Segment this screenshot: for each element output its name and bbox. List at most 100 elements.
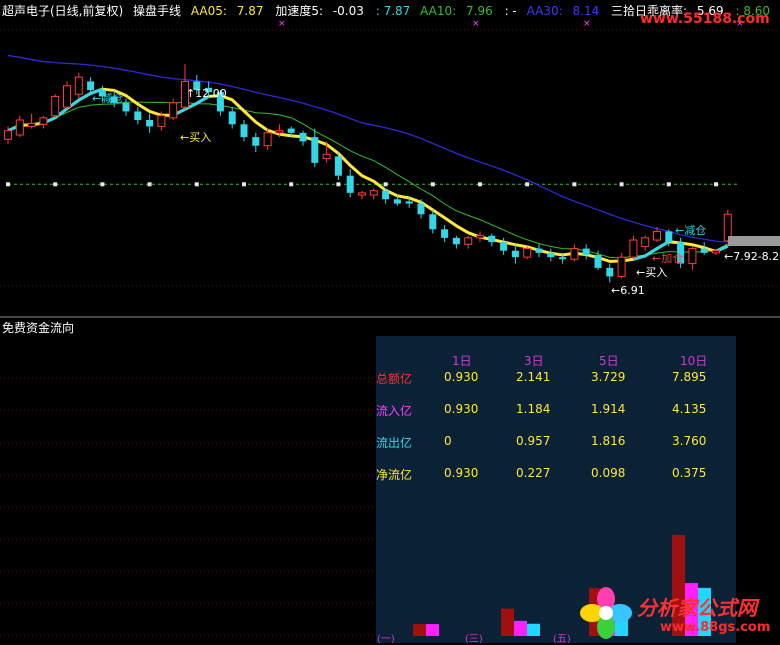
table-cell: 3.729 [591,370,626,384]
candle-body [582,248,590,255]
candle-body [511,250,519,258]
candle-body [228,111,236,125]
candle-body [87,81,95,90]
table-cell: 0.930 [444,466,479,480]
support-dot [336,182,341,187]
candle-body [617,256,626,277]
aa10-value: 7.96 [466,4,493,18]
row-label: 流出亿 [376,436,413,450]
candle-body [606,267,614,277]
candle-body [334,156,342,176]
aa30-label-text: AA30: [526,4,563,18]
candle-body [311,137,319,163]
aa05-label: AA05: 7.87 [191,4,270,18]
candle-body [169,102,178,119]
support-dot [289,182,294,187]
accel-extra: : 7.87 [375,4,411,18]
stock-title: 超声电子(日线,前复权) [2,4,124,18]
support-dot [478,182,482,187]
candle-body [653,230,661,241]
support-dot [242,182,246,187]
aa10-extra: : - [504,4,517,18]
candle-body [452,237,460,245]
candle-body [464,237,473,245]
watermark-top: www.55188.com [640,11,770,27]
row-label: 净流亿 [376,468,413,482]
candle-body [429,214,437,230]
aa30-label: AA30: 8.14 [527,4,606,18]
table-cell: 1.184 [516,402,551,416]
support-dot [525,182,530,187]
support-dot [430,182,435,187]
watermark-bottom: 分析家公式网 [637,596,757,620]
support-dot [383,182,388,187]
accel-label-text: 加速度5: [275,4,323,18]
table-cell: 1.914 [591,402,626,416]
range-label: ←7.92-8.20 [724,250,780,263]
ma5-line [7,87,729,263]
table-header: 10日 [680,354,708,368]
candle-body [547,252,555,258]
table-cell: 7.895 [672,370,707,384]
candle-body [322,153,331,160]
candle-body [287,128,295,133]
chart-stage: ↑12.00 ←6.91 ←7.92-8.20 ←减仓 ←买入 ←减仓 ←加仓 ←买入 × × × ×… [0,0,780,643]
candle-body [358,192,366,196]
support-dot [100,182,105,187]
support-dot [714,182,718,187]
table-header: 1日 [452,354,472,368]
candle-body [4,130,12,140]
table-cell: 0.227 [516,466,551,480]
candle-body [134,111,142,120]
marker-x: × [278,19,286,29]
candle-body [157,115,166,127]
aa10-label-text: AA10: [420,4,457,18]
table-cell: 0 [444,434,452,448]
support-dot [147,182,152,187]
candle-body [629,239,638,258]
candle-body [441,229,449,238]
candle-body [523,248,532,258]
table-cell: 0.375 [672,466,707,480]
table-cell: 1.816 [591,434,626,448]
ma5-up-segment [656,240,670,250]
candle-body [146,120,154,127]
support-dot [6,182,10,187]
support-dot [53,182,58,187]
candle-body [712,250,720,254]
candle-body [275,130,284,134]
candle-body [500,242,508,251]
candle-body [641,237,650,247]
candle-body [15,119,24,136]
buy-label: ←买入 [180,131,211,144]
add-label: ←加仓 [652,251,683,265]
table-cell: 3.760 [672,434,707,448]
price-tag [728,236,780,246]
candle-body [700,248,708,253]
flow-panel-title: 免费资金流向 [2,321,75,335]
support-dot [666,182,671,187]
support-dot [619,182,624,187]
aa10-label: AA10: 7.96 [420,4,499,18]
table-cell: 2.141 [516,370,551,384]
candle-body [405,201,413,204]
candle-body [63,85,71,108]
accel-value: -0.03 [332,4,364,18]
candle-body [122,102,130,112]
buy-label: ←买入 [636,266,667,279]
row-label: 流入亿 [376,404,413,418]
reduce-label: ←减仓 [675,223,706,237]
candle-body [74,76,83,95]
aa05-value: 7.87 [236,4,264,18]
candle-body [535,248,543,253]
support-dot [194,182,199,187]
marker-x: × [583,19,591,29]
candle-body [382,190,390,200]
candle-body [476,235,484,239]
candle-body [559,257,567,260]
candle-body [665,231,673,243]
aa05-label-text: AA05: [190,4,227,18]
candle-body [594,255,602,268]
marker-x: × [472,19,480,29]
candle-body [252,137,260,146]
